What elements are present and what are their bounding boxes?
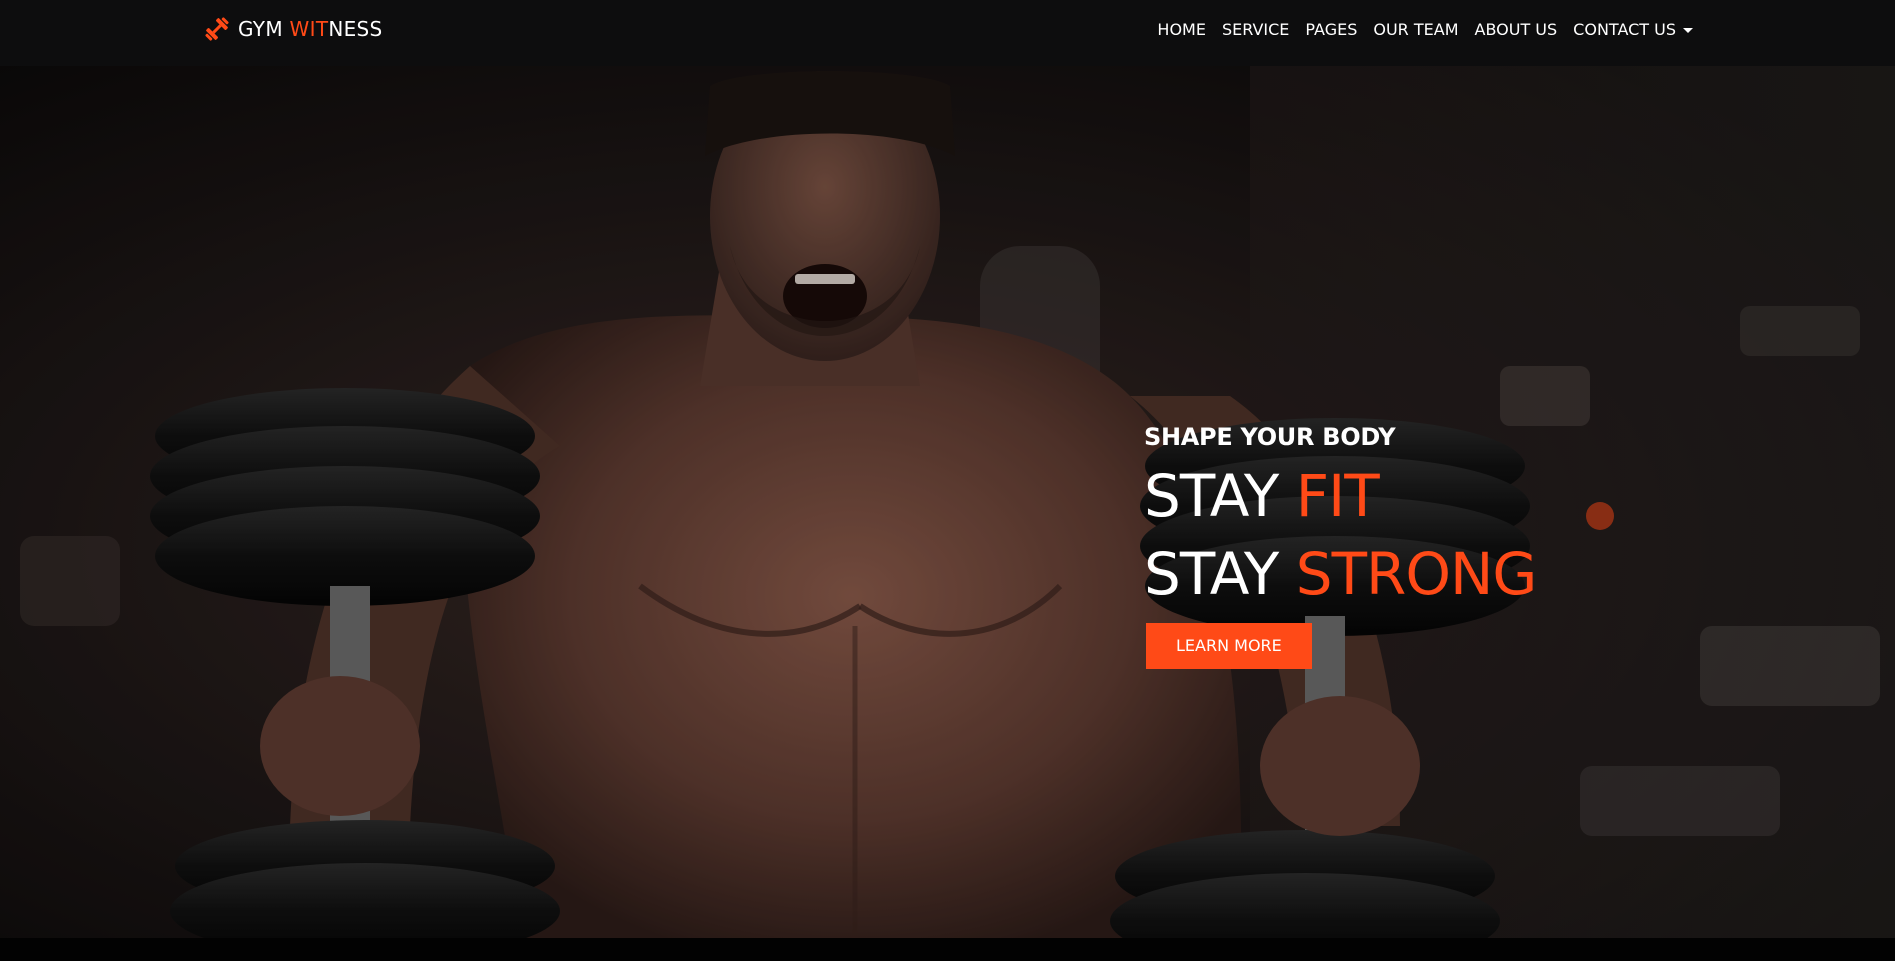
hero-content: SHAPE YOUR BODY STAY FIT STAY STRONG LEA…: [1144, 421, 1538, 669]
brand-logo-link[interactable]: GYM WITNESS: [202, 14, 383, 44]
caret-down-icon: [1683, 27, 1693, 33]
nav-contact-us-label: CONTACT US: [1573, 19, 1676, 39]
nav-home[interactable]: HOME: [1157, 20, 1206, 39]
hero-section: SHAPE YOUR BODY STAY FIT STAY STRONG LEA…: [0, 66, 1895, 938]
nav-about-us[interactable]: ABOUT US: [1475, 20, 1558, 39]
top-navbar: GYM WITNESS HOME SERVICE PAGES OUR TEAM …: [0, 0, 1895, 66]
hero-subtitle: SHAPE YOUR BODY: [1144, 423, 1396, 451]
brand-name-part1: GYM: [238, 17, 290, 41]
learn-more-button[interactable]: LEARN MORE: [1146, 623, 1312, 669]
hero-line2-plain: STAY: [1144, 540, 1296, 608]
nav-pages[interactable]: PAGES: [1305, 20, 1357, 39]
hero-headline-line1: STAY FIT: [1144, 457, 1536, 535]
brand-name-accent: WIT: [289, 17, 329, 41]
main-nav: HOME SERVICE PAGES OUR TEAM ABOUT US CON…: [1141, 0, 1693, 58]
nav-service[interactable]: SERVICE: [1222, 20, 1289, 39]
dumbbell-icon: [202, 14, 232, 44]
hero-line1-accent: FIT: [1295, 462, 1380, 530]
brand-name: GYM WITNESS: [238, 17, 383, 41]
hero-headline-line2: STAY STRONG: [1144, 535, 1538, 613]
nav-our-team[interactable]: OUR TEAM: [1373, 20, 1458, 39]
hero-dark-overlay: [0, 66, 1895, 938]
brand-name-part2: NESS: [328, 17, 383, 41]
page-bottom-edge: [0, 938, 1895, 961]
hero-line1-plain: STAY: [1144, 462, 1296, 530]
nav-contact-us-dropdown[interactable]: CONTACT US: [1573, 20, 1693, 39]
hero-line2-accent: STRONG: [1295, 540, 1538, 608]
